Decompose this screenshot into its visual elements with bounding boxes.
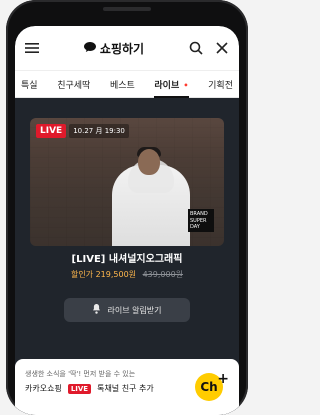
price-row: 할인가 219,500원 439,000원 [15, 269, 239, 280]
live-badge: LIVE [36, 124, 67, 138]
host-person-image [104, 131, 194, 246]
kakao-channel-promo[interactable]: 생생한 소식을 '딱'! 먼저 받을 수 있는 카카오쇼핑 LIVE 톡채널 친… [15, 359, 239, 415]
chat-bubble-icon [83, 41, 96, 55]
app-screen: 쇼핑하기 특실 친구세딱 베스트 라이브 • 기획전 LIVE 10.27 月 … [15, 26, 239, 415]
live-alarm-label: 라이브 알림받기 [107, 305, 162, 315]
live-alarm-button[interactable]: 라이브 알림받기 [64, 298, 190, 322]
tab-label: 친구세딱 [57, 80, 91, 91]
close-icon[interactable] [213, 39, 231, 57]
tab-special[interactable]: 특실 [21, 72, 38, 97]
promo-live-badge: LIVE [67, 383, 92, 394]
promo-prefix: 카카오쇼핑 [25, 384, 62, 393]
live-indicator-dot: • [183, 80, 189, 90]
tab-label: 기획전 [208, 80, 233, 91]
live-video-thumbnail[interactable]: LIVE 10.27 月 19:30 BRAND SUPER DAY [30, 118, 224, 246]
hamburger-menu-icon[interactable] [23, 39, 41, 57]
tab-label: 베스트 [109, 80, 135, 91]
product-title[interactable]: [LIVE] 내셔널지오그래픽 [15, 250, 239, 265]
add-channel-plus-icon[interactable]: + [217, 371, 229, 387]
tab-label: 특실 [21, 80, 38, 91]
tab-label: 라이브 [154, 80, 180, 91]
app-bar-right [187, 39, 231, 57]
tab-best[interactable]: 베스트 [110, 72, 135, 97]
tab-special-event[interactable]: 기획전 [208, 72, 233, 97]
page-title: 쇼핑하기 [83, 40, 145, 57]
top-app-bar: 쇼핑하기 [15, 26, 239, 70]
app-bar-left [23, 39, 41, 57]
tab-live[interactable]: 라이브 • [154, 72, 189, 98]
live-content: LIVE 10.27 月 19:30 BRAND SUPER DAY [LIVE… [15, 98, 239, 415]
original-price: 439,000원 [142, 270, 184, 279]
bell-icon [92, 304, 101, 316]
phone-notch [103, 7, 151, 11]
brand-tag-line-3: DAY [190, 223, 200, 230]
brand-super-day-tag: BRAND SUPER DAY [188, 209, 214, 232]
product-info: [LIVE] 내셔널지오그래픽 할인가 219,500원 439,000원 [15, 250, 239, 280]
phone-frame: 쇼핑하기 특실 친구세딱 베스트 라이브 • 기획전 LIVE 10.27 月 … [6, 0, 248, 415]
promo-suffix: 톡채널 친구 추가 [97, 384, 154, 393]
category-tabs: 특실 친구세딱 베스트 라이브 • 기획전 [15, 70, 239, 98]
tab-friends[interactable]: 친구세딱 [57, 72, 90, 97]
sale-price: 할인가 219,500원 [70, 270, 137, 279]
head [138, 149, 160, 175]
search-icon[interactable] [187, 39, 205, 57]
page-title-text: 쇼핑하기 [99, 41, 145, 56]
